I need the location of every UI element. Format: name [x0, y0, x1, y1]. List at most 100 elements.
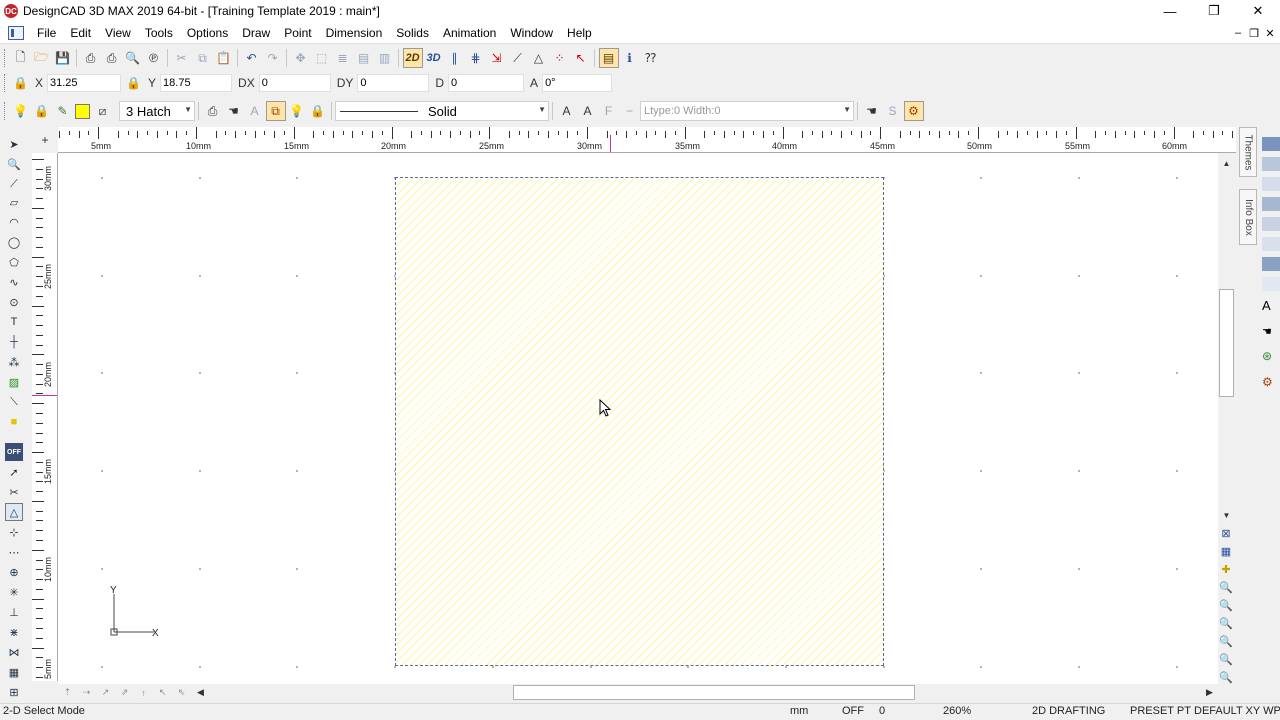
node-tool-icon[interactable]: ⁂: [5, 353, 23, 371]
handles-icon[interactable]: ⁘: [550, 48, 570, 68]
zoom-out-icon[interactable]: 🔍: [1216, 632, 1236, 650]
3d-mode-icon[interactable]: 3D: [424, 48, 444, 68]
view-iso2-icon[interactable]: ⇗: [115, 685, 134, 700]
lock-attr-icon[interactable]: 🔒: [308, 101, 328, 121]
scroll-up-icon[interactable]: ▲: [1218, 159, 1235, 168]
toolbar-grip[interactable]: [4, 74, 7, 92]
view-iso3-icon[interactable]: ↑: [134, 685, 153, 700]
theme-swatch[interactable]: [1262, 197, 1280, 211]
style-s-icon[interactable]: S: [883, 101, 903, 121]
dx-input[interactable]: 0: [258, 74, 331, 92]
ellipse-tool-icon[interactable]: ⊙: [5, 293, 23, 311]
view-icon[interactable]: ⬚: [312, 48, 332, 68]
curve-tool-icon[interactable]: ◠: [5, 213, 23, 231]
restore-icon[interactable]: ❐: [1192, 0, 1236, 22]
menu-point[interactable]: Point: [277, 22, 318, 44]
fill-tool-icon[interactable]: ■: [5, 413, 23, 431]
layers-icon[interactable]: ≣: [333, 48, 353, 68]
app-logo-icon[interactable]: DC: [4, 4, 18, 18]
snap-endpoint-icon[interactable]: ⊹: [5, 523, 23, 541]
snap-intersect-icon[interactable]: ✳: [5, 583, 23, 601]
horizontal-scrollbar[interactable]: ⇡ ⇢ ↗ ⇗ ↑ ↖ ⇖ ◀ ▶: [58, 684, 1218, 701]
text-style-icon[interactable]: A: [245, 101, 265, 121]
font-f-icon[interactable]: F: [599, 101, 619, 121]
text-tool-icon[interactable]: T: [5, 313, 23, 331]
theme-swatch[interactable]: [1262, 177, 1280, 191]
snap-off-icon[interactable]: OFF: [5, 443, 23, 461]
cut-icon[interactable]: ✂: [172, 48, 192, 68]
circle-tool-icon[interactable]: ◯: [5, 233, 23, 251]
ruler-origin-button[interactable]: +: [32, 127, 58, 153]
view-iso1-icon[interactable]: ↗: [96, 685, 115, 700]
angle-input[interactable]: 0°: [542, 74, 613, 92]
copy-attributes-icon[interactable]: ⧉: [265, 101, 286, 121]
select-arrow-icon[interactable]: ➤: [5, 135, 23, 153]
zoom-tool-icon[interactable]: 🔍: [5, 155, 23, 173]
printer-attr-icon[interactable]: ⎙: [203, 101, 223, 121]
snap-select-icon[interactable]: ➚: [5, 463, 23, 481]
hatch-dropdown[interactable]: 3 Hatch ▼: [119, 101, 195, 121]
status-snap[interactable]: OFF: [842, 705, 864, 717]
group-icon[interactable]: ▤: [354, 48, 374, 68]
print-preview-icon[interactable]: 🔍: [123, 48, 143, 68]
no-fill-icon[interactable]: ⧄: [93, 101, 113, 121]
2d-mode-icon[interactable]: 2D: [402, 48, 423, 68]
lock-layer-icon[interactable]: 🔒: [32, 101, 52, 121]
menu-options[interactable]: Options: [180, 22, 235, 44]
lock-y-icon[interactable]: 🔒: [124, 73, 144, 93]
zoom-previous-icon[interactable]: 🔍: [1216, 650, 1236, 668]
minimize-icon[interactable]: —: [1148, 0, 1192, 22]
snap-tangent-icon[interactable]: ⋇: [5, 623, 23, 641]
paste-icon[interactable]: 📋: [214, 48, 234, 68]
scroll-down-icon[interactable]: ▼: [1218, 511, 1235, 520]
close-icon[interactable]: ✕: [1236, 0, 1280, 22]
minus-icon[interactable]: −: [620, 101, 640, 121]
undo-icon[interactable]: ↶: [242, 48, 262, 68]
doc-close-icon[interactable]: ✕: [1264, 27, 1276, 40]
snap-perpendicular-icon[interactable]: ⊥: [5, 603, 23, 621]
menu-view[interactable]: View: [98, 22, 138, 44]
pen-color-icon[interactable]: ✎: [53, 101, 73, 121]
arrow-snap-icon[interactable]: ↖: [571, 48, 591, 68]
font-icon[interactable]: A: [578, 101, 598, 121]
light-icon[interactable]: 💡: [287, 101, 307, 121]
lock-x-icon[interactable]: 🔒: [11, 73, 31, 93]
snap-nearest-icon[interactable]: ⋈: [5, 643, 23, 661]
scroll-right-icon[interactable]: ▶: [1200, 685, 1219, 700]
menu-animation[interactable]: Animation: [436, 22, 503, 44]
hatched-rectangle[interactable]: [395, 177, 884, 666]
snap-midpoint-icon[interactable]: ⋯: [5, 543, 23, 561]
menu-solids[interactable]: Solids: [389, 22, 436, 44]
ortho-icon[interactable]: ∥: [445, 48, 465, 68]
polygon-tool-icon[interactable]: ⬠: [5, 253, 23, 271]
theme-swatch[interactable]: [1262, 277, 1280, 291]
themes-tab[interactable]: Themes: [1239, 127, 1257, 177]
fill-color-swatch[interactable]: [75, 103, 90, 119]
vertical-scroll-thumb[interactable]: [1219, 289, 1234, 397]
line-tool-icon[interactable]: ⟋: [5, 175, 23, 193]
dimension-hand-icon[interactable]: ☚: [862, 101, 882, 121]
snap-box-icon[interactable]: ⊞: [5, 683, 23, 701]
theme-swatch[interactable]: [1262, 237, 1280, 251]
distance-input[interactable]: 0: [448, 74, 525, 92]
menu-edit[interactable]: Edit: [63, 22, 98, 44]
theme-swatch[interactable]: [1262, 137, 1280, 151]
plot-icon[interactable]: ℗: [144, 48, 164, 68]
zoom-window-icon[interactable]: ⊠: [1216, 524, 1236, 542]
ungroup-icon[interactable]: ▥: [375, 48, 395, 68]
document-icon[interactable]: [8, 25, 24, 40]
status-preset[interactable]: PRESET PT: [1130, 705, 1191, 717]
symbol-manager-icon[interactable]: ⚙: [903, 101, 924, 121]
zoom-fit-icon[interactable]: 🔍: [1216, 578, 1236, 596]
view-iso4-icon[interactable]: ↖: [153, 685, 172, 700]
line-style-dropdown[interactable]: Solid ▼: [335, 101, 549, 121]
snap-center-icon[interactable]: ⊕: [5, 563, 23, 581]
theme-swatch[interactable]: [1262, 157, 1280, 171]
snap-triangle-icon[interactable]: △: [5, 503, 23, 521]
dy-input[interactable]: 0: [357, 74, 430, 92]
redo-icon[interactable]: ↷: [263, 48, 283, 68]
axis-arrows-icon[interactable]: ⇲: [487, 48, 507, 68]
text-style-icon[interactable]: A: [1262, 299, 1280, 313]
lightbulb-icon[interactable]: 💡: [11, 101, 31, 121]
toolbar-grip[interactable]: [4, 102, 7, 120]
